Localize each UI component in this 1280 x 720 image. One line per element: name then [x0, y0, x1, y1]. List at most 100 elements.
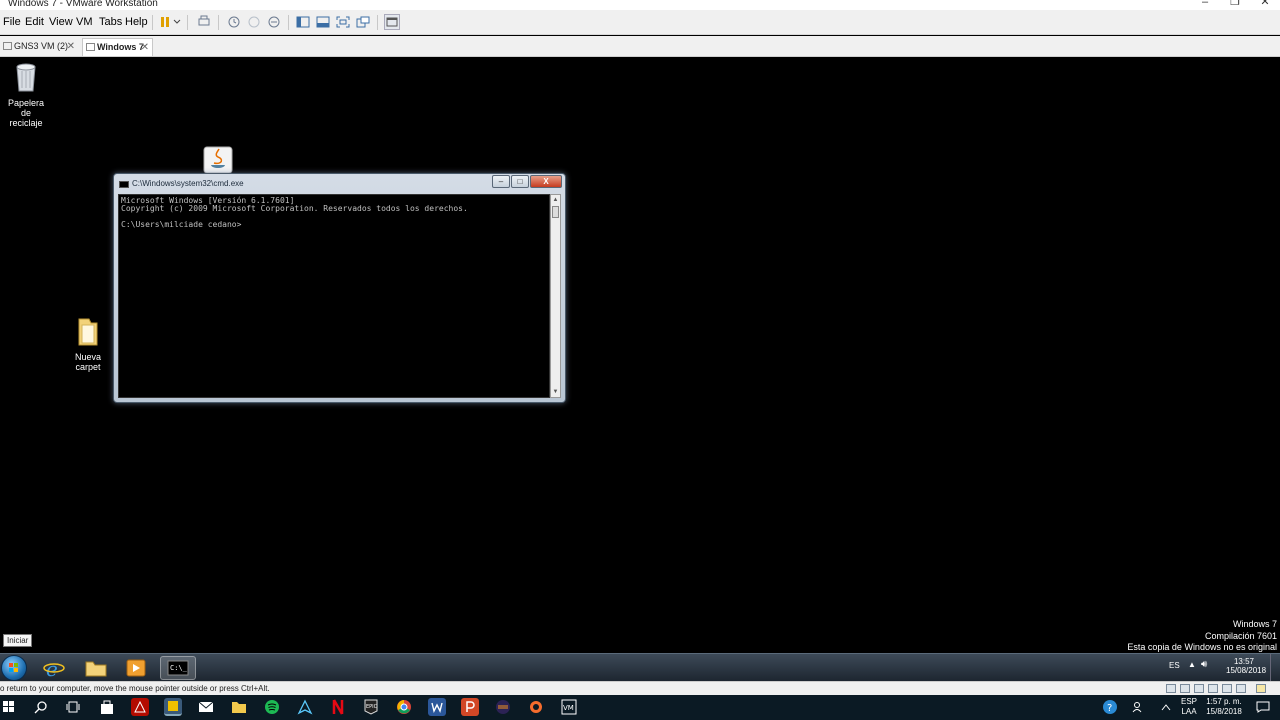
display-icon[interactable]	[1236, 684, 1246, 693]
host-app-store[interactable]	[98, 698, 116, 716]
console-view-icon[interactable]	[384, 14, 400, 30]
cmd-icon: C:\_	[167, 660, 189, 676]
thumbnail-view-icon[interactable]	[315, 14, 331, 30]
acrobat-icon	[134, 700, 146, 713]
taskbar-internet-explorer[interactable]: e	[36, 656, 72, 680]
host-app-explorer[interactable]	[230, 698, 248, 716]
chevron-down-icon[interactable]	[172, 14, 182, 30]
cmd-maximize-button[interactable]: □	[511, 175, 529, 188]
host-app-eclipse[interactable]	[494, 698, 512, 716]
toolbar-separator	[152, 15, 153, 30]
menu-file[interactable]: File	[3, 16, 21, 28]
host-app-word[interactable]	[428, 698, 446, 716]
menu-view[interactable]: View	[49, 16, 73, 28]
show-desktop-button[interactable]	[1270, 654, 1280, 682]
close-button[interactable]: ✕	[1250, 0, 1280, 8]
cmd-scrollbar[interactable]: ▲ ▼	[550, 194, 561, 398]
action-center-button[interactable]	[1254, 698, 1272, 716]
message-log-icon[interactable]	[1256, 684, 1266, 693]
guest-desktop[interactable]: Papelera de reciclaje Nueva carpet C:\Wi…	[0, 57, 1280, 682]
cmd-window[interactable]: C:\Windows\system32\cmd.exe – □ X Micros…	[113, 173, 566, 403]
start-tooltip: Iniciar	[3, 634, 33, 647]
tab-gns3-vm[interactable]: GNS3 VM (2) ✕	[0, 38, 78, 56]
host-app-spotify[interactable]	[263, 698, 281, 716]
host-app-epic[interactable]: EPIC	[362, 698, 380, 716]
svg-text:?: ?	[1107, 703, 1112, 714]
help-icon: ?	[1103, 700, 1117, 714]
task-view-button[interactable]	[64, 698, 82, 716]
unity-icon[interactable]	[355, 14, 371, 30]
console-line: Copyright (c) 2009 Microsoft Corporation…	[121, 204, 468, 213]
windows-watermark: Windows 7 Compilación 7601 Esta copia de…	[1127, 619, 1277, 654]
host-start-button[interactable]	[0, 698, 18, 716]
people-tray[interactable]	[1130, 698, 1148, 716]
snapshot-manager-icon[interactable]	[266, 14, 282, 30]
windows-logo-icon	[9, 663, 18, 672]
sound-icon[interactable]	[1222, 684, 1232, 693]
host-language[interactable]: ESP LAA	[1176, 697, 1202, 717]
scroll-up-icon[interactable]: ▲	[551, 195, 560, 205]
menu-help[interactable]: Help	[125, 16, 148, 28]
host-app-powerpoint[interactable]	[461, 698, 479, 716]
library-view-icon[interactable]	[295, 14, 311, 30]
menu-tabs[interactable]: Tabs	[99, 16, 122, 28]
network-icon[interactable]	[1194, 684, 1204, 693]
clock-time: 1:57 p. m.	[1206, 697, 1242, 706]
volume-icon[interactable]: 🔊︎	[1201, 659, 1207, 670]
help-tray[interactable]: ?	[1101, 698, 1119, 716]
tab-label: GNS3 VM (2)	[14, 41, 69, 51]
minimize-button[interactable]: –	[1190, 0, 1220, 8]
tab-windows-7[interactable]: Windows 7 ✕	[82, 38, 153, 56]
host-app-vmware[interactable]	[164, 698, 182, 716]
taskbar-media-player[interactable]	[118, 656, 154, 680]
svg-text:e: e	[46, 657, 58, 679]
desktop-icon-recycle-bin[interactable]: Papelera de reciclaje	[2, 61, 50, 128]
vmware-menubar: File Edit View VM Tabs Help	[0, 10, 1280, 35]
cd-icon[interactable]	[1180, 684, 1190, 693]
maximize-button[interactable]: ❐	[1220, 0, 1250, 8]
folder-icon	[78, 318, 98, 346]
host-app-acrobat[interactable]	[131, 698, 149, 716]
netflix-icon	[332, 699, 344, 715]
host-app-origin[interactable]	[527, 698, 545, 716]
cmd-console[interactable]: Microsoft Windows [Versión 6.1.7601] Copy…	[118, 194, 550, 398]
taskbar-explorer[interactable]	[78, 656, 114, 680]
start-button[interactable]	[1, 655, 27, 681]
guest-clock[interactable]: 13:57 15/08/2018	[1226, 657, 1266, 675]
tray-language[interactable]: ES	[1169, 661, 1180, 670]
cmd-close-button[interactable]: X	[530, 175, 562, 188]
toolbar-separator	[218, 15, 219, 30]
scroll-thumb[interactable]	[552, 206, 559, 218]
svg-text:VM: VM	[563, 704, 574, 712]
host-title-bar: Windows 7 - VMware Workstation – ❐ ✕	[0, 0, 1280, 10]
vmware-status-bar: o return to your computer, move the mous…	[0, 681, 1280, 695]
menu-vm[interactable]: VM	[76, 16, 93, 28]
host-app-vmware-2[interactable]: VM	[560, 698, 578, 716]
snapshot-icon[interactable]	[226, 14, 242, 30]
hdd-icon[interactable]	[1166, 684, 1176, 693]
recycle-bin-icon	[16, 63, 36, 92]
host-app-arduino[interactable]	[296, 698, 314, 716]
taskbar-cmd[interactable]: C:\_	[160, 656, 196, 680]
menu-edit[interactable]: Edit	[25, 16, 44, 28]
close-icon[interactable]: ✕	[141, 39, 149, 56]
revert-snapshot-icon[interactable]	[246, 14, 262, 30]
host-app-netflix[interactable]	[329, 698, 347, 716]
usb-icon[interactable]	[1208, 684, 1218, 693]
host-search-button[interactable]	[32, 698, 50, 716]
full-screen-icon[interactable]	[335, 14, 351, 30]
pause-icon[interactable]	[157, 14, 173, 30]
host-app-chrome[interactable]	[395, 698, 413, 716]
host-app-mail[interactable]	[197, 698, 215, 716]
desktop-icon-folder[interactable]: Nueva carpet	[62, 315, 114, 372]
vm-icon	[86, 43, 95, 51]
send-ctrl-alt-del-icon[interactable]	[196, 14, 212, 30]
scroll-down-icon[interactable]: ▼	[551, 387, 560, 397]
notification-icon	[1256, 701, 1270, 713]
host-hidden-icons[interactable]	[1157, 698, 1175, 716]
clock-time: 13:57	[1233, 657, 1255, 666]
host-clock[interactable]: 1:57 p. m. 15/8/2018	[1203, 697, 1245, 717]
show-hidden-icons-icon[interactable]: ▲	[1188, 660, 1196, 669]
cmd-minimize-button[interactable]: –	[492, 175, 510, 188]
close-icon[interactable]: ✕	[67, 38, 75, 55]
